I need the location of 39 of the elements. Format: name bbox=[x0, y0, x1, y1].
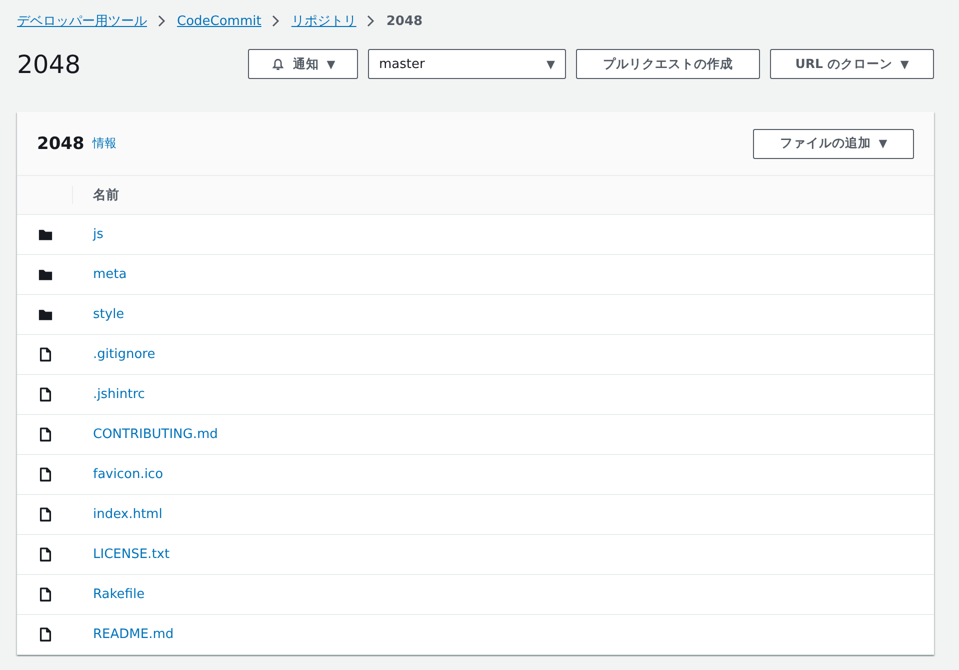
chevron-right-icon bbox=[271, 15, 282, 27]
page-title: 2048 bbox=[17, 50, 82, 78]
breadcrumb-current: 2048 bbox=[386, 14, 423, 28]
breadcrumb-link[interactable]: リポジトリ bbox=[291, 12, 356, 30]
file-link[interactable]: index.html bbox=[93, 507, 162, 522]
breadcrumb-link[interactable]: デベロッパー用ツール bbox=[17, 12, 147, 30]
file-link[interactable]: meta bbox=[93, 267, 127, 282]
file-link[interactable]: js bbox=[93, 227, 104, 242]
file-icon bbox=[38, 387, 53, 402]
info-link[interactable]: 情報 bbox=[92, 135, 743, 152]
file-link[interactable]: LICENSE.txt bbox=[93, 547, 170, 562]
folder-icon bbox=[38, 267, 53, 282]
file-icon bbox=[38, 427, 53, 442]
file-link[interactable]: favicon.ico bbox=[93, 467, 164, 482]
folder-icon bbox=[38, 227, 53, 242]
bell-icon bbox=[270, 57, 285, 71]
add-file-button[interactable]: ファイルの追加 ▼ bbox=[753, 128, 914, 158]
file-link[interactable]: .gitignore bbox=[93, 347, 156, 362]
notifications-button[interactable]: 通知 ▼ bbox=[248, 49, 358, 79]
file-link[interactable]: style bbox=[93, 307, 124, 322]
file-icon bbox=[38, 587, 53, 602]
file-icon bbox=[38, 547, 53, 562]
branch-select[interactable]: master ▼ bbox=[368, 49, 566, 79]
breadcrumb-link[interactable]: CodeCommit bbox=[177, 14, 262, 28]
create-pull-request-button[interactable]: プルリクエストの作成 bbox=[576, 49, 760, 79]
chevron-right-icon bbox=[366, 15, 376, 27]
column-header: 名前 bbox=[93, 187, 119, 204]
panel-title: 2048 bbox=[37, 134, 84, 154]
file-icon bbox=[38, 467, 53, 482]
folder-icon bbox=[38, 307, 53, 322]
file-icon bbox=[38, 627, 53, 642]
file-link[interactable]: README.md bbox=[93, 627, 174, 642]
file-link[interactable]: Rakefile bbox=[93, 587, 145, 602]
file-icon bbox=[38, 507, 53, 522]
clone-url-button[interactable]: URL のクローン ▼ bbox=[770, 49, 934, 79]
file-link[interactable]: CONTRIBUTING.md bbox=[93, 427, 218, 442]
file-link[interactable]: .jshintrc bbox=[93, 387, 145, 402]
file-icon bbox=[38, 347, 53, 362]
chevron-right-icon bbox=[157, 15, 167, 27]
